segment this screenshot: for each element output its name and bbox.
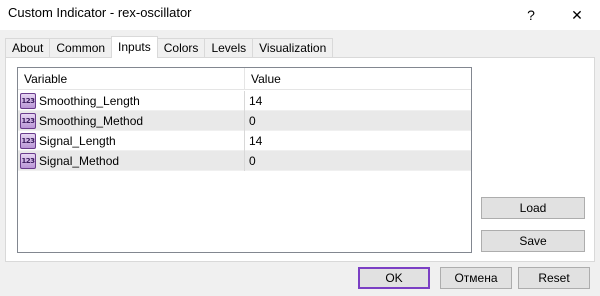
reset-button[interactable]: Reset <box>518 267 590 289</box>
tab-about[interactable]: About <box>5 38 51 58</box>
help-icon: ? <box>527 7 535 23</box>
variable-name: Signal_Method <box>39 154 120 168</box>
variable-cell: 123 Smoothing_Length <box>18 91 245 111</box>
grid-header: Variable Value <box>18 68 471 90</box>
tab-levels[interactable]: Levels <box>204 38 254 58</box>
column-header-variable[interactable]: Variable <box>18 68 245 90</box>
tab-colors[interactable]: Colors <box>156 38 206 58</box>
inputs-grid: Variable Value 123 Smoothing_Length 14 1… <box>17 67 472 253</box>
variable-name: Smoothing_Length <box>39 94 140 108</box>
tab-strip: About Common Inputs Colors Levels Visual… <box>5 36 334 58</box>
123-icon: 123 <box>20 113 36 129</box>
table-row[interactable]: 123 Signal_Method 0 <box>18 151 471 171</box>
close-icon: ✕ <box>571 6 583 23</box>
tab-inputs[interactable]: Inputs <box>111 36 158 58</box>
table-row[interactable]: 123 Signal_Length 14 <box>18 131 471 151</box>
ok-button[interactable]: OK <box>358 267 430 289</box>
dialog-client: About Common Inputs Colors Levels Visual… <box>0 30 600 296</box>
column-header-value[interactable]: Value <box>245 68 471 90</box>
123-icon: 123 <box>20 133 36 149</box>
123-icon: 123 <box>20 93 36 109</box>
123-icon: 123 <box>20 153 36 169</box>
tab-common[interactable]: Common <box>49 38 113 58</box>
close-button[interactable]: ✕ <box>554 0 600 30</box>
save-button[interactable]: Save <box>481 230 585 252</box>
value-cell[interactable]: 14 <box>245 91 471 111</box>
table-row[interactable]: 123 Smoothing_Method 0 <box>18 111 471 131</box>
variable-name: Smoothing_Method <box>39 114 144 128</box>
value-cell[interactable]: 0 <box>245 111 471 131</box>
inputs-panel: Variable Value 123 Smoothing_Length 14 1… <box>5 57 595 262</box>
value-cell[interactable]: 14 <box>245 131 471 151</box>
variable-name: Signal_Length <box>39 134 116 148</box>
load-button[interactable]: Load <box>481 197 585 219</box>
tab-visualization[interactable]: Visualization <box>252 38 334 58</box>
value-cell[interactable]: 0 <box>245 151 471 171</box>
variable-cell: 123 Signal_Length <box>18 131 245 151</box>
title-bar: Custom Indicator - rex-oscillator ? ✕ <box>0 0 600 30</box>
window-title: Custom Indicator - rex-oscillator <box>8 5 192 20</box>
help-button[interactable]: ? <box>508 0 554 30</box>
table-row[interactable]: 123 Smoothing_Length 14 <box>18 91 471 111</box>
cancel-button[interactable]: Отмена <box>440 267 512 289</box>
variable-cell: 123 Smoothing_Method <box>18 111 245 131</box>
variable-cell: 123 Signal_Method <box>18 151 245 171</box>
